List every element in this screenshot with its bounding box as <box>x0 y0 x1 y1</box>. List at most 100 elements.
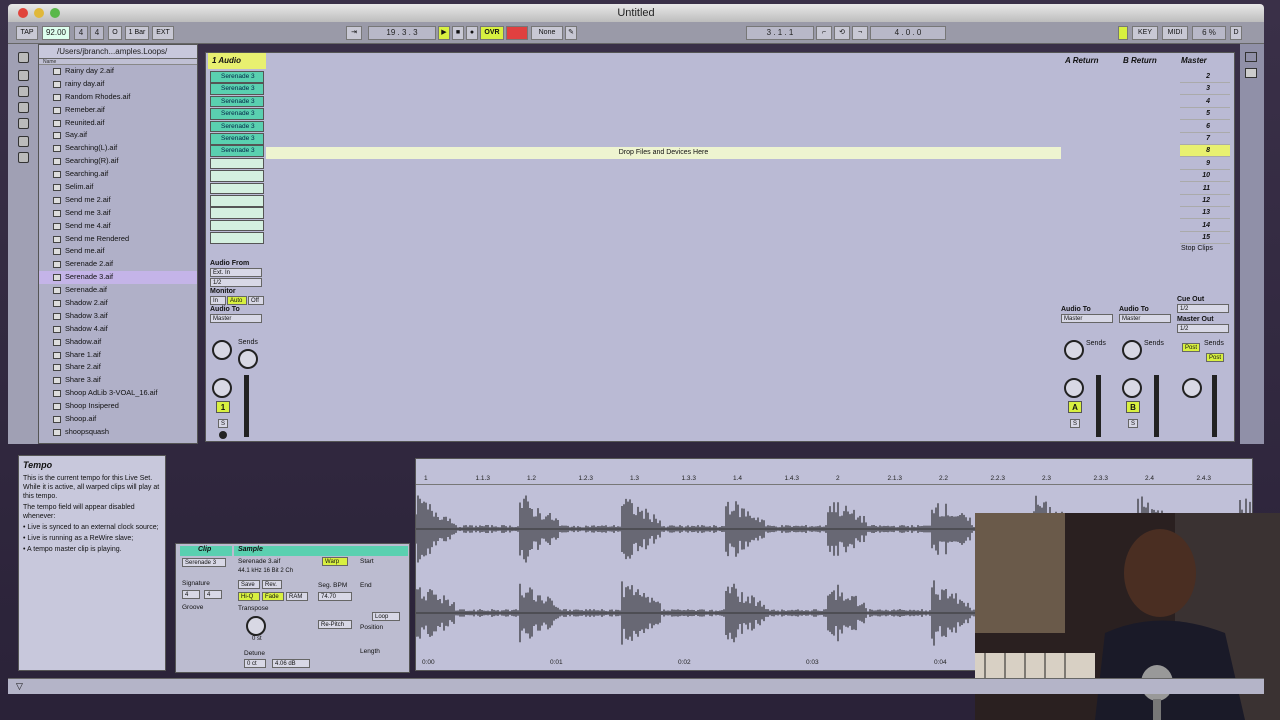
overdub-button[interactable]: OVR <box>480 26 504 40</box>
scene-launch[interactable]: 8 <box>1180 145 1230 158</box>
midi-map-button[interactable]: MIDI <box>1162 26 1188 40</box>
empty-clip-slot[interactable] <box>210 182 264 195</box>
input-channel-chooser[interactable]: 1/2 <box>210 278 262 287</box>
monitor-auto-button[interactable]: Auto <box>227 296 247 305</box>
automation-arm-button[interactable] <box>506 26 528 40</box>
scene-launch[interactable]: 14 <box>1180 220 1230 232</box>
track-activator-button[interactable]: 1 <box>216 401 230 413</box>
clip-sig-den[interactable]: 4 <box>204 590 222 599</box>
browser-item[interactable]: Send me 3.aif <box>39 207 197 220</box>
signature-numerator[interactable]: 4 <box>74 26 88 40</box>
sample-tab[interactable]: Sample <box>234 546 408 556</box>
audio-from-chooser[interactable]: Ext. In <box>210 268 262 277</box>
browser-item[interactable]: Send me 4.aif <box>39 220 197 233</box>
empty-clip-slot[interactable] <box>210 219 264 232</box>
computer-midi-keyboard-icon[interactable] <box>1118 26 1128 40</box>
clip-slot[interactable]: Serenade 3 <box>210 145 264 157</box>
draw-mode-icon[interactable]: ✎ <box>565 26 577 40</box>
master-pan-knob[interactable] <box>1182 378 1202 398</box>
key-none-menu[interactable]: None <box>531 26 563 40</box>
browser-item[interactable]: Remeber.aif <box>39 104 197 117</box>
browser-item[interactable]: Share 1.aif <box>39 349 197 362</box>
clip-slot[interactable]: Serenade 3 <box>210 120 264 133</box>
browser-item[interactable]: Shadow 2.aif <box>39 297 197 310</box>
reverse-button[interactable]: Rev. <box>262 580 282 589</box>
clip-slot[interactable]: Serenade 3 <box>210 133 264 145</box>
quantize-menu[interactable]: 1 Bar <box>125 26 149 40</box>
return-a-output-chooser[interactable]: Master <box>1061 314 1113 323</box>
browser-item[interactable]: shoopsquash <box>39 426 197 439</box>
scene-launch[interactable]: 15 <box>1180 232 1230 245</box>
clip-tab[interactable]: Clip <box>180 546 232 556</box>
beat-ruler[interactable]: 1 1.1.3 1.2 1.2.3 1.3 1.3.3 1.4 1.4.3 2 2.1.3 2.2 2… <box>416 467 1252 485</box>
scene-launch[interactable]: 4 <box>1180 96 1230 108</box>
return-b-output-chooser[interactable]: Master <box>1119 314 1171 323</box>
close-window-button[interactable] <box>18 8 28 18</box>
signature-denominator[interactable]: 4 <box>90 26 104 40</box>
folder-3-icon[interactable] <box>18 118 29 129</box>
browser-item[interactable]: Share 2.aif <box>39 361 197 374</box>
return-b-send-knob[interactable] <box>1122 340 1142 360</box>
warp-button[interactable]: Warp <box>322 557 348 566</box>
master-out-chooser[interactable]: 1/2 <box>1177 324 1229 333</box>
scene-launch[interactable]: 3 <box>1180 83 1230 96</box>
warp-mode-chooser[interactable]: Re-Pitch <box>318 620 352 629</box>
browser-item[interactable]: Shadow.aif <box>39 336 197 349</box>
fade-button[interactable]: Fade <box>262 592 284 601</box>
master-post-2-button[interactable]: Post <box>1206 353 1224 362</box>
arm-button[interactable] <box>219 431 227 439</box>
empty-clip-slot[interactable] <box>210 170 264 182</box>
loop-switch-icon[interactable]: ⟲ <box>834 26 850 40</box>
clip-slot[interactable]: Serenade 3 <box>210 108 264 120</box>
tap-tempo-button[interactable]: TAP <box>16 26 38 40</box>
browser-item[interactable]: rainy day.aif <box>39 78 197 91</box>
master-post-button[interactable]: Post <box>1182 343 1200 352</box>
master-title[interactable]: Master <box>1177 53 1233 69</box>
stop-icon[interactable]: ■ <box>452 26 464 40</box>
metronome-button[interactable]: O <box>108 26 122 40</box>
browser-item[interactable]: Random Rhodes.aif <box>39 91 197 104</box>
browser-item[interactable]: Share 3.aif <box>39 374 197 387</box>
monitor-in-button[interactable]: In <box>210 296 226 305</box>
ram-button[interactable]: RAM <box>286 592 308 601</box>
return-b-title[interactable]: B Return <box>1119 53 1175 69</box>
send-a-knob[interactable] <box>212 340 232 360</box>
return-a-send-knob[interactable] <box>1064 340 1084 360</box>
browser-item[interactable]: Shoop AdLib 3-VOAL_16.aif <box>39 387 197 400</box>
send-b-knob[interactable] <box>238 349 258 369</box>
browser-path[interactable]: /Users/jbranch...amples.Loops/ <box>39 45 197 59</box>
return-a-solo[interactable]: S <box>1070 419 1080 428</box>
live-devices-icon[interactable] <box>18 52 29 63</box>
hiq-button[interactable]: Hi-Q <box>238 592 260 601</box>
browser-item[interactable]: Shoop Insipered <box>39 400 197 413</box>
arrangement-view-icon[interactable] <box>1245 68 1257 78</box>
browser-item[interactable]: Selim.aif <box>39 181 197 194</box>
save-button[interactable]: Save <box>238 580 260 589</box>
empty-clip-slot[interactable] <box>210 207 264 219</box>
monitor-off-button[interactable]: Off <box>248 296 264 305</box>
scene-launch[interactable]: 9 <box>1180 158 1230 170</box>
folder-1-icon[interactable] <box>18 86 29 97</box>
clip-slot[interactable]: Serenade 3 <box>210 71 264 83</box>
return-b-activator[interactable]: B <box>1126 401 1140 413</box>
scene-launch[interactable]: 11 <box>1180 183 1230 195</box>
detune-field[interactable]: 0 ct <box>244 659 266 668</box>
play-icon[interactable]: ▶ <box>438 26 450 40</box>
record-icon[interactable]: ● <box>466 26 478 40</box>
ext-sync-button[interactable]: EXT <box>152 26 174 40</box>
scene-launch[interactable]: 5 <box>1180 108 1230 121</box>
minimize-window-button[interactable] <box>34 8 44 18</box>
scene-launch[interactable]: 7 <box>1180 133 1230 145</box>
hot-swap-icon[interactable] <box>18 136 29 147</box>
browser-item[interactable]: Shoop.aif <box>39 413 197 426</box>
arrangement-position[interactable]: 19 . 3 . 3 <box>368 26 436 40</box>
solo-button[interactable]: S <box>218 419 228 428</box>
scene-launch[interactable]: 6 <box>1180 121 1230 133</box>
folder-2-icon[interactable] <box>18 102 29 113</box>
punch-out-icon[interactable]: ¬ <box>852 26 868 40</box>
browser-item[interactable]: Shadow 4.aif <box>39 323 197 336</box>
loop-length-field[interactable]: 4 . 0 . 0 <box>870 26 946 40</box>
empty-clip-slot[interactable] <box>210 195 264 207</box>
browser-item[interactable]: Rainy day 2.aif <box>39 65 197 78</box>
punch-in-icon[interactable]: ⌐ <box>816 26 832 40</box>
